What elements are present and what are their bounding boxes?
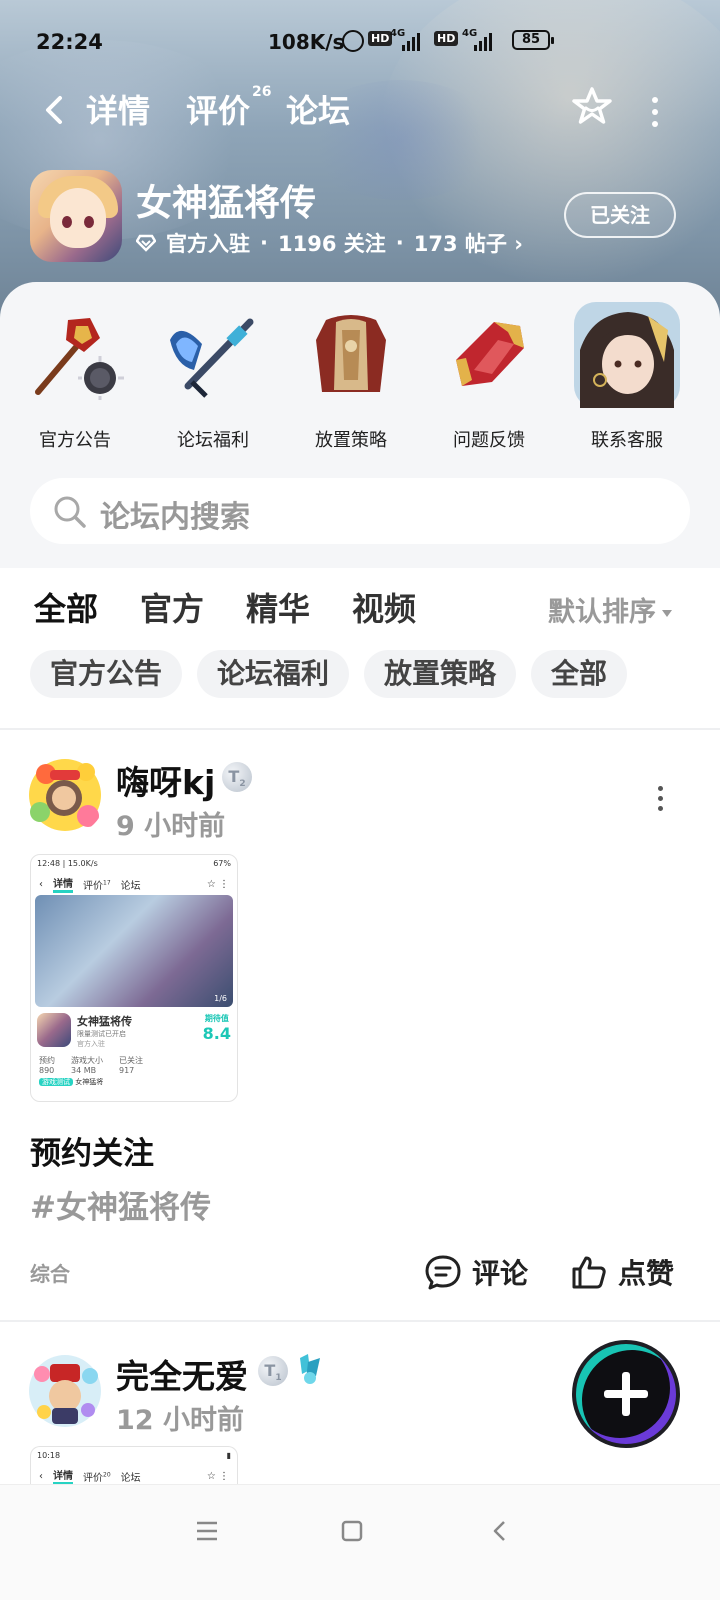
followers-count: 1196 关注	[277, 232, 386, 256]
post-image-screenshot[interactable]: 12:48 | 15.0K/s 67% ‹ 详情 评价17 论坛 ☆ ⋮ 1/6 女神猛将…	[30, 854, 238, 1102]
back-arrow-icon[interactable]	[40, 90, 70, 130]
posts-count-link[interactable]: 173 帖子 ›	[414, 228, 523, 258]
level-badge: T2	[222, 762, 252, 792]
status-time: 22:24	[36, 30, 103, 54]
followed-button[interactable]: 已关注	[564, 192, 676, 238]
battery-icon: 85	[512, 30, 554, 50]
filter-tab-all[interactable]: 全部	[34, 584, 98, 636]
chip-all[interactable]: 全部	[531, 650, 628, 698]
tab-reviews[interactable]: 评价 26	[186, 84, 272, 132]
post-username[interactable]: 完全无爱	[116, 1350, 248, 1398]
filter-tab-official[interactable]: 官方	[140, 584, 204, 630]
filter-tabs: 全部 官方 精华 视频 默认排序	[0, 584, 720, 636]
post-image-screenshot[interactable]: 10:18 ▮ ‹ 详情 评价20 论坛 ☆ ⋮	[30, 1446, 238, 1486]
quick-link-announcements[interactable]: 官方公告	[20, 300, 130, 452]
tab-forum[interactable]: 论坛	[281, 86, 355, 132]
avatar-image	[29, 1355, 101, 1427]
verified-label: 官方入驻	[166, 232, 250, 256]
divider	[0, 728, 720, 730]
filter-tab-video[interactable]: 视频	[352, 584, 416, 630]
level-badge: T1	[258, 1356, 288, 1386]
gauntlet-icon	[456, 322, 524, 386]
favorite-star-icon[interactable]	[572, 86, 612, 126]
sort-dropdown[interactable]: 默认排序	[548, 590, 672, 629]
alarm-icon	[342, 30, 364, 52]
medal-icon	[300, 1354, 320, 1384]
post-title[interactable]: 预约关注	[30, 1128, 154, 1173]
avatar[interactable]	[24, 1350, 106, 1432]
post-hashtag[interactable]: #女神猛将传	[30, 1182, 211, 1227]
back-icon[interactable]	[488, 1519, 512, 1543]
chevron-right-icon: ›	[514, 232, 523, 256]
meta-sep-2: ·	[395, 231, 404, 255]
quick-link-idle-strategy[interactable]: 放置策略	[296, 300, 406, 452]
game-icon	[30, 170, 122, 262]
thumbs-up-icon	[572, 1256, 606, 1289]
post-username[interactable]: 嗨呀kj	[116, 756, 215, 804]
game-title: 女神猛将传	[136, 183, 317, 224]
avatar-image	[29, 759, 101, 831]
search-placeholder: 论坛内搜索	[100, 500, 250, 535]
like-button[interactable]: 点赞	[570, 1252, 674, 1292]
halberd-icon	[170, 318, 254, 398]
quick-link-feedback[interactable]: 问题反馈	[434, 300, 544, 452]
status-bar: 22:24 108K/s HD 4G HD 4G 85	[0, 0, 720, 60]
search-icon	[54, 496, 86, 528]
armor-icon	[316, 315, 386, 392]
support-avatar-icon	[574, 302, 680, 408]
signal-icon	[402, 31, 420, 51]
menu-icon[interactable]	[194, 1519, 220, 1543]
comment-icon	[425, 1255, 461, 1290]
post-category: 综合	[30, 1262, 70, 1286]
system-nav-bar	[0, 1484, 720, 1600]
game-meta: 官方入驻 · 1196 关注 · 173 帖子 ›	[136, 228, 523, 258]
post-more-icon[interactable]	[656, 786, 664, 816]
forum-search-bar[interactable]: 论坛内搜索	[30, 478, 690, 544]
post-time: 12 小时前	[116, 1405, 244, 1436]
reviews-count-badge: 26	[252, 84, 272, 101]
more-options-icon[interactable]	[650, 94, 660, 127]
divider	[0, 1320, 720, 1322]
avatar[interactable]	[24, 754, 106, 836]
quick-link-forum-benefits[interactable]: 论坛福利	[158, 300, 268, 452]
tab-details[interactable]: 详情	[86, 86, 150, 132]
chip-forum-benefits[interactable]: 论坛福利	[197, 650, 350, 698]
comment-button[interactable]: 评论	[424, 1252, 528, 1292]
signal-icon-2	[474, 31, 492, 51]
meta-sep: ·	[260, 231, 268, 255]
filter-tab-featured[interactable]: 精华	[246, 584, 310, 630]
quick-link-customer-service[interactable]: 联系客服	[572, 300, 682, 452]
quick-links: 官方公告 论坛福利 放置策略 问题反馈 联系客服	[0, 300, 720, 460]
hd-icon-2: HD	[434, 31, 459, 46]
chip-idle-strategy[interactable]: 放置策略	[364, 650, 517, 698]
hd-icon: HD	[368, 31, 393, 46]
chip-announcements[interactable]: 官方公告	[30, 650, 183, 698]
mace-icon	[35, 318, 124, 400]
home-icon[interactable]	[340, 1519, 364, 1543]
post-time: 9 小时前	[116, 811, 226, 842]
category-chips: 官方公告 论坛福利 放置策略 全部	[0, 650, 720, 700]
verified-diamond-icon	[136, 234, 156, 252]
top-nav: 详情 评价 26 论坛	[0, 80, 720, 140]
create-post-fab[interactable]	[576, 1344, 676, 1444]
status-net-speed: 108K/s	[268, 30, 345, 54]
